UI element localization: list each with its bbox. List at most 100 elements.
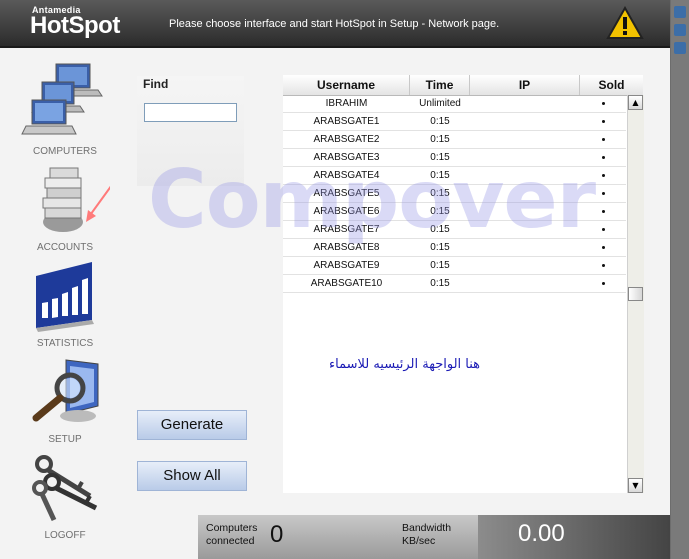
accounts-icon xyxy=(42,159,131,232)
cell-ip xyxy=(470,131,580,148)
cell-sold xyxy=(580,203,626,220)
cell-username: ARABSGATE5 xyxy=(313,188,380,199)
cell-username: ARABSGATE4 xyxy=(313,170,380,181)
computers-connected-value: 0 xyxy=(270,521,284,548)
warning-icon[interactable] xyxy=(606,6,644,40)
sold-dot-icon xyxy=(601,209,605,213)
table-scrollbar[interactable]: ▲ ▼ xyxy=(627,95,644,493)
cell-sold xyxy=(580,113,626,130)
table-header: Username Time IP Sold xyxy=(283,75,643,96)
cell-ip xyxy=(470,149,580,166)
status-bar: Computers connected 0 Bandwidth KB/sec 0… xyxy=(198,515,670,559)
column-header-ip[interactable]: IP xyxy=(470,75,580,95)
side-strip xyxy=(671,0,689,559)
strip-button-1[interactable] xyxy=(674,6,686,18)
cell-sold xyxy=(580,185,626,202)
column-header-username[interactable]: Username xyxy=(283,75,410,95)
scroll-up-button[interactable]: ▲ xyxy=(628,95,643,110)
cell-sold xyxy=(580,131,626,148)
scroll-thumb[interactable] xyxy=(628,287,643,301)
column-header-time[interactable]: Time xyxy=(410,75,470,95)
sidebar-item-label: LOGOFF xyxy=(44,530,86,541)
table-body: IBRAHIM Unlimited ARABSGATE1 0:15 ARABSGATE2… xyxy=(283,95,626,293)
cell-username: ARABSGATE9 xyxy=(313,260,380,271)
cell-ip xyxy=(470,203,580,220)
sidebar-item-logoff[interactable]: LOGOFF xyxy=(20,452,110,548)
cell-time: 0:15 xyxy=(430,278,450,289)
find-input[interactable] xyxy=(144,103,237,122)
sidebar-item-accounts[interactable]: ACCOUNTS xyxy=(20,159,131,260)
sold-dot-icon xyxy=(601,281,605,285)
computers-label-line1: Computers xyxy=(206,522,258,534)
brand-logo-spot: Spot xyxy=(68,12,120,39)
table-row[interactable]: IBRAHIM Unlimited xyxy=(283,95,626,113)
cell-username: IBRAHIM xyxy=(325,98,368,109)
strip-button-3[interactable] xyxy=(674,42,686,54)
generate-button[interactable]: Generate xyxy=(137,410,247,440)
cell-ip xyxy=(470,113,580,130)
header-message: Please choose interface and start HotSpo… xyxy=(169,18,500,30)
accounts-table: Username Time IP Sold IBRAHIM Unlimited AR… xyxy=(283,75,644,493)
hotspot-window: Antamedia HotSpot Please choose interfac… xyxy=(0,0,671,559)
cell-time: 0:15 xyxy=(430,224,450,235)
table-row[interactable]: ARABSGATE2 0:15 xyxy=(283,131,626,149)
cell-ip xyxy=(470,239,580,256)
sold-dot-icon xyxy=(601,155,605,159)
cell-ip xyxy=(470,167,580,184)
cell-username: ARABSGATE1 xyxy=(313,116,380,127)
column-header-sold[interactable]: Sold xyxy=(580,75,643,95)
logoff-icon xyxy=(32,455,98,522)
cell-username: ARABSGATE3 xyxy=(313,152,380,163)
table-row[interactable]: ARABSGATE3 0:15 xyxy=(283,149,626,167)
table-row[interactable]: ARABSGATE1 0:15 xyxy=(283,113,626,131)
setup-icon xyxy=(32,359,99,422)
table-row[interactable]: ARABSGATE8 0:15 xyxy=(283,239,626,257)
computers-label-line2: connected xyxy=(206,535,255,547)
sidebar-item-statistics[interactable]: STATISTICS xyxy=(20,258,110,354)
cell-sold xyxy=(580,167,626,184)
cell-time: 0:15 xyxy=(430,242,450,253)
cell-time: 0:15 xyxy=(430,152,450,163)
table-row[interactable]: ARABSGATE5 0:15 xyxy=(283,185,626,203)
sold-dot-icon xyxy=(601,245,605,249)
table-row[interactable]: ARABSGATE4 0:15 xyxy=(283,167,626,185)
cell-ip xyxy=(470,257,580,274)
strip-button-2[interactable] xyxy=(674,24,686,36)
sold-dot-icon xyxy=(601,227,605,231)
cell-username: ARABSGATE10 xyxy=(310,278,383,289)
cell-username: ARABSGATE8 xyxy=(313,242,380,253)
sold-dot-icon xyxy=(601,119,605,123)
sidebar-item-setup[interactable]: SETUP xyxy=(20,354,110,450)
sidebar-item-label: ACCOUNTS xyxy=(36,242,94,253)
cell-sold xyxy=(580,239,626,256)
sidebar-item-computers[interactable]: COMPUTERS xyxy=(20,60,110,160)
cell-time: 0:15 xyxy=(430,116,450,127)
sidebar-item-label: STATISTICS xyxy=(36,338,94,349)
sold-dot-icon xyxy=(601,191,605,195)
sold-dot-icon xyxy=(601,173,605,177)
cell-time: Unlimited xyxy=(419,98,461,109)
statistics-icon xyxy=(36,262,94,332)
cell-time: 0:15 xyxy=(430,260,450,271)
sold-dot-icon xyxy=(601,263,605,267)
scroll-down-button[interactable]: ▼ xyxy=(628,478,643,493)
sold-dot-icon xyxy=(601,137,605,141)
header-bar: Antamedia HotSpot Please choose interfac… xyxy=(0,0,670,48)
brand-logo: HotSpot xyxy=(30,12,120,40)
cell-sold xyxy=(580,95,626,112)
cell-time: 0:15 xyxy=(430,188,450,199)
table-row[interactable]: ARABSGATE9 0:15 xyxy=(283,257,626,275)
cell-ip xyxy=(470,95,580,112)
cell-ip xyxy=(470,221,580,238)
sold-dot-icon xyxy=(601,101,605,105)
show-all-button[interactable]: Show All xyxy=(137,461,247,491)
table-row[interactable]: ARABSGATE6 0:15 xyxy=(283,203,626,221)
bandwidth-label-line1: Bandwidth xyxy=(402,522,452,534)
annotation-text: هنا الواجهة الرئيسيه للاسماء xyxy=(329,357,481,372)
computers-icon xyxy=(21,63,103,135)
bandwidth-display: 0.00 xyxy=(478,515,670,559)
bandwidth-value: 0.00 xyxy=(518,520,565,547)
table-row[interactable]: ARABSGATE7 0:15 xyxy=(283,221,626,239)
cell-sold xyxy=(580,221,626,238)
table-row[interactable]: ARABSGATE10 0:15 xyxy=(283,275,626,293)
